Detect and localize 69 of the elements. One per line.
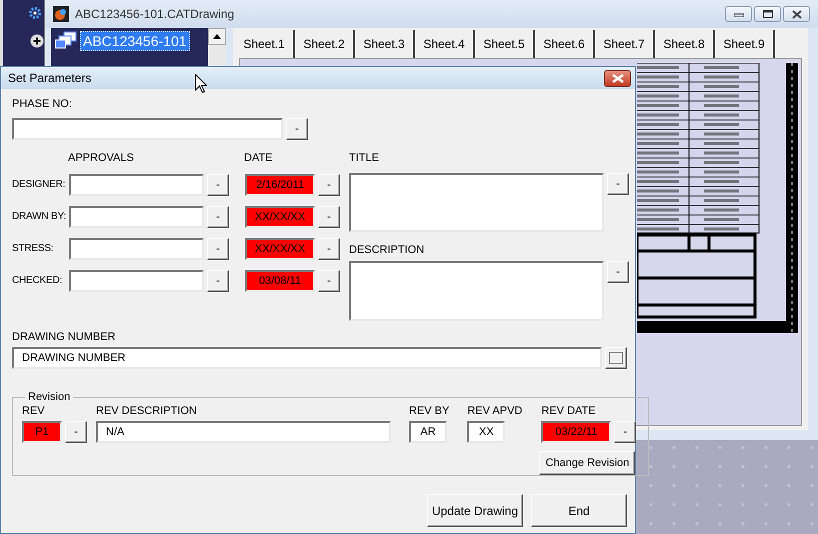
focus-rect-icon [609, 352, 623, 364]
revision-field[interactable]: AR [409, 421, 447, 443]
revision-field[interactable]: N/A [96, 421, 391, 443]
maximize-button[interactable] [754, 6, 781, 22]
app-icon [53, 6, 69, 22]
field-label: REV DESCRIPTION [96, 404, 198, 418]
field-label: DRAWING NUMBER [12, 330, 116, 344]
date-button[interactable]: - [318, 174, 340, 196]
field-label: TITLE [349, 151, 380, 165]
field-label: DESIGNER: [12, 178, 66, 192]
column-header: APPROVALS [68, 151, 135, 165]
name-input[interactable] [69, 174, 204, 196]
field-label: CHECKED: [12, 274, 64, 288]
revision-field[interactable]: 03/22/11 [541, 421, 612, 443]
group-label: Revision [27, 390, 72, 404]
close-icon [612, 74, 624, 82]
title-button[interactable]: - [607, 173, 629, 195]
dialog-title: Set Parameters [8, 71, 92, 85]
description-textarea[interactable] [349, 261, 604, 321]
minimize-button[interactable] [725, 6, 752, 22]
name-input[interactable] [69, 270, 204, 292]
date-button[interactable]: - [318, 206, 340, 228]
field-label: REV DATE [541, 404, 597, 418]
date-field[interactable]: 2/16/2011 [245, 174, 315, 196]
date-field[interactable]: 03/08/11 [245, 270, 315, 292]
name-button[interactable]: - [207, 206, 229, 228]
up-arrow-icon [213, 34, 221, 39]
close-button[interactable] [604, 70, 631, 86]
document-tree-icon [55, 31, 77, 51]
revision-field[interactable]: XX [467, 421, 506, 443]
field-label: STRESS: [12, 242, 54, 256]
title-textarea[interactable] [349, 173, 604, 232]
action-button[interactable]: End [531, 494, 627, 527]
maximize-icon [762, 10, 772, 18]
revision-field[interactable]: P1 [22, 421, 62, 443]
change-revision-button[interactable]: Change Revision [539, 451, 636, 475]
date-button[interactable]: - [318, 238, 340, 260]
browse-button[interactable] [605, 347, 627, 369]
tree-root-item[interactable]: ABC123456-101 [80, 31, 190, 51]
field-label: DESCRIPTION [349, 243, 426, 257]
phase-input[interactable] [12, 118, 283, 140]
name-input[interactable] [69, 206, 204, 228]
field-label: PHASE NO: [12, 97, 72, 111]
field-label: REV BY [409, 404, 450, 418]
close-icon [792, 10, 802, 18]
description-button[interactable]: - [607, 261, 629, 283]
field-label: DRAWN BY: [12, 210, 67, 224]
name-input[interactable] [69, 238, 204, 260]
name-button[interactable]: - [207, 270, 229, 292]
pointer-icon [195, 74, 207, 93]
minimize-icon [734, 11, 744, 17]
column-header: DATE [244, 151, 273, 165]
drawing-number-field[interactable]: DRAWING NUMBER [12, 347, 602, 369]
action-button[interactable]: Update Drawing [427, 494, 523, 527]
scroll-up-button[interactable] [208, 28, 226, 45]
phase-button[interactable]: - [286, 118, 308, 140]
field-label: REV APVD [467, 404, 522, 418]
revision-button[interactable]: - [614, 421, 636, 443]
name-button[interactable]: - [207, 238, 229, 260]
close-button[interactable] [783, 6, 810, 22]
expand-icon [30, 34, 44, 48]
revision-button[interactable]: - [65, 421, 87, 443]
date-button[interactable]: - [318, 270, 340, 292]
field-label: REV [22, 404, 46, 418]
date-field[interactable]: XX/XX/XX [245, 206, 315, 228]
date-field[interactable]: XX/XX/XX [245, 238, 315, 260]
name-button[interactable]: - [207, 174, 229, 196]
window-title: ABC123456-101.CATDrawing [75, 7, 234, 21]
gear-icon [28, 6, 42, 20]
